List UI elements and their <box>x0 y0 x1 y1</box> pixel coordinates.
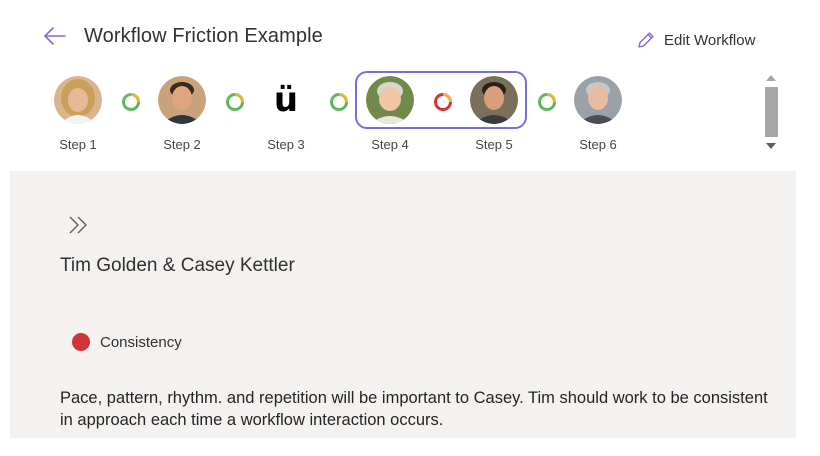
step-label: Step 1 <box>59 137 97 152</box>
friction-description: Pace, pattern, rhythm. and repetition wi… <box>60 389 768 429</box>
avatar <box>54 76 102 124</box>
category-label: Consistency <box>100 333 182 351</box>
step-1[interactable]: Step 1 <box>54 76 102 152</box>
friction-ring-icon <box>122 93 140 111</box>
back-button[interactable] <box>42 24 68 48</box>
friction-ring-icon <box>434 93 452 111</box>
friction-ring-icon <box>226 93 244 111</box>
friction-ring-icon <box>330 93 348 111</box>
steps-scrollbar[interactable] <box>762 69 780 159</box>
step-label: Step 3 <box>267 137 305 152</box>
step-label: Step 4 <box>371 137 409 152</box>
caret-up-icon <box>766 75 776 81</box>
edit-workflow-button[interactable]: Edit Workflow <box>636 29 755 51</box>
avatar <box>574 76 622 124</box>
avatar-glyph: ü <box>273 80 299 120</box>
pair-names: Tim Golden & Casey Kettler <box>60 255 295 276</box>
friction-category-badge: Consistency <box>72 333 182 351</box>
arrow-left-icon <box>44 27 66 45</box>
step-label: Step 2 <box>163 137 201 152</box>
step-label: Step 6 <box>579 137 617 152</box>
scroll-up-button[interactable] <box>762 71 780 85</box>
expand-button[interactable] <box>66 212 92 238</box>
step-6[interactable]: Step 6 <box>574 76 622 152</box>
friction-ring-icon <box>538 93 556 111</box>
scroll-thumb[interactable] <box>765 87 778 137</box>
scroll-down-button[interactable] <box>762 139 780 153</box>
avatar <box>158 76 206 124</box>
page-title: Workflow Friction Example <box>84 25 323 47</box>
edit-workflow-label: Edit Workflow <box>664 31 756 49</box>
status-dot-icon <box>72 333 90 351</box>
step-2[interactable]: Step 2 <box>158 76 206 152</box>
step-label: Step 5 <box>475 137 513 152</box>
double-chevron-right-icon <box>69 216 87 234</box>
step-3[interactable]: ü Step 3 <box>262 76 310 152</box>
pencil-icon <box>638 32 654 48</box>
caret-down-icon <box>766 143 776 149</box>
